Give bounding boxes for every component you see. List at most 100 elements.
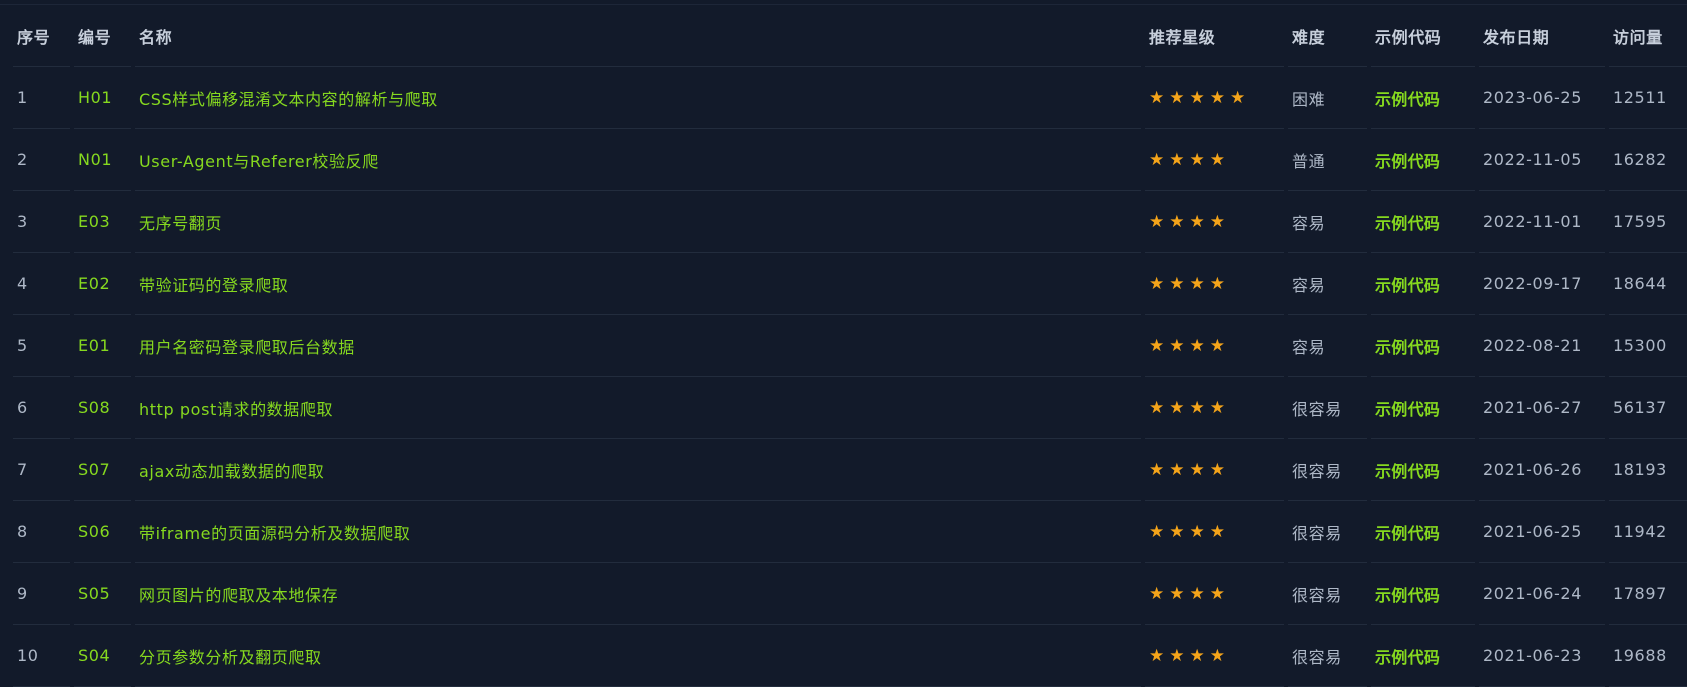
row-code: N01	[74, 129, 131, 191]
row-difficulty: 容易	[1288, 191, 1367, 253]
row-example-code-link-cell: 示例代码	[1371, 501, 1475, 563]
example-code-link[interactable]: 示例代码	[1375, 338, 1440, 357]
table-row: 8 S06 带iframe的页面源码分析及数据爬取 ★★★★ 很容易 示例代码 …	[13, 501, 1687, 563]
row-date: 2022-11-01	[1479, 191, 1605, 253]
row-code: S05	[74, 563, 131, 625]
row-code: S08	[74, 377, 131, 439]
table-header: 序号 编号 名称 推荐星级 难度 示例代码 发布日期 访问量	[13, 5, 1687, 67]
row-views: 18193	[1609, 439, 1687, 501]
header-row: 序号 编号 名称 推荐星级 难度 示例代码 发布日期 访问量	[13, 5, 1687, 67]
row-views: 16282	[1609, 129, 1687, 191]
row-stars-rating: ★★★★	[1145, 439, 1284, 501]
header-example: 示例代码	[1371, 5, 1475, 67]
example-code-link[interactable]: 示例代码	[1375, 400, 1440, 419]
table-row: 9 S05 网页图片的爬取及本地保存 ★★★★ 很容易 示例代码 2021-06…	[13, 563, 1687, 625]
row-example-code-link-cell: 示例代码	[1371, 439, 1475, 501]
row-index: 9	[13, 563, 70, 625]
row-stars-rating: ★★★★	[1145, 129, 1284, 191]
row-difficulty: 很容易	[1288, 563, 1367, 625]
row-example-code-link-cell: 示例代码	[1371, 129, 1475, 191]
row-index: 1	[13, 67, 70, 129]
header-code: 编号	[74, 5, 131, 67]
table-row: 7 S07 ajax动态加载数据的爬取 ★★★★ 很容易 示例代码 2021-0…	[13, 439, 1687, 501]
table-body: 1 H01 CSS样式偏移混淆文本内容的解析与爬取 ★★★★★ 困难 示例代码 …	[13, 67, 1687, 687]
row-date: 2022-08-21	[1479, 315, 1605, 377]
row-views: 17595	[1609, 191, 1687, 253]
row-name-link[interactable]: 用户名密码登录爬取后台数据	[135, 315, 1141, 377]
row-index: 8	[13, 501, 70, 563]
row-index: 5	[13, 315, 70, 377]
header-difficulty: 难度	[1288, 5, 1367, 67]
example-code-link[interactable]: 示例代码	[1375, 152, 1440, 171]
row-date: 2021-06-27	[1479, 377, 1605, 439]
row-code: E03	[74, 191, 131, 253]
row-name-link[interactable]: 带iframe的页面源码分析及数据爬取	[135, 501, 1141, 563]
table-row: 2 N01 User-Agent与Referer校验反爬 ★★★★ 普通 示例代…	[13, 129, 1687, 191]
challenge-table: 序号 编号 名称 推荐星级 难度 示例代码 发布日期 访问量 1 H01 CSS…	[9, 5, 1687, 687]
row-difficulty: 很容易	[1288, 625, 1367, 687]
row-stars-rating: ★★★★	[1145, 377, 1284, 439]
table-row: 3 E03 无序号翻页 ★★★★ 容易 示例代码 2022-11-01 1759…	[13, 191, 1687, 253]
header-name: 名称	[135, 5, 1141, 67]
row-example-code-link-cell: 示例代码	[1371, 625, 1475, 687]
row-code: S04	[74, 625, 131, 687]
header-stars: 推荐星级	[1145, 5, 1284, 67]
row-index: 2	[13, 129, 70, 191]
example-code-link[interactable]: 示例代码	[1375, 462, 1440, 481]
row-index: 10	[13, 625, 70, 687]
example-code-link[interactable]: 示例代码	[1375, 214, 1440, 233]
row-date: 2023-06-25	[1479, 67, 1605, 129]
row-name-link[interactable]: 带验证码的登录爬取	[135, 253, 1141, 315]
row-example-code-link-cell: 示例代码	[1371, 191, 1475, 253]
row-difficulty: 普通	[1288, 129, 1367, 191]
row-index: 6	[13, 377, 70, 439]
row-views: 15300	[1609, 315, 1687, 377]
row-name-link[interactable]: 无序号翻页	[135, 191, 1141, 253]
row-difficulty: 很容易	[1288, 377, 1367, 439]
row-views: 11942	[1609, 501, 1687, 563]
table-row: 4 E02 带验证码的登录爬取 ★★★★ 容易 示例代码 2022-09-17 …	[13, 253, 1687, 315]
row-name-link[interactable]: http post请求的数据爬取	[135, 377, 1141, 439]
example-code-link[interactable]: 示例代码	[1375, 276, 1440, 295]
row-stars-rating: ★★★★	[1145, 563, 1284, 625]
row-name-link[interactable]: ajax动态加载数据的爬取	[135, 439, 1141, 501]
header-index: 序号	[13, 5, 70, 67]
row-difficulty: 容易	[1288, 253, 1367, 315]
table-row: 5 E01 用户名密码登录爬取后台数据 ★★★★ 容易 示例代码 2022-08…	[13, 315, 1687, 377]
table-row: 6 S08 http post请求的数据爬取 ★★★★ 很容易 示例代码 202…	[13, 377, 1687, 439]
row-date: 2021-06-25	[1479, 501, 1605, 563]
challenge-table-container: 序号 编号 名称 推荐星级 难度 示例代码 发布日期 访问量 1 H01 CSS…	[0, 4, 1687, 687]
row-index: 3	[13, 191, 70, 253]
row-difficulty: 容易	[1288, 315, 1367, 377]
row-views: 18644	[1609, 253, 1687, 315]
row-name-link[interactable]: 分页参数分析及翻页爬取	[135, 625, 1141, 687]
row-code: E02	[74, 253, 131, 315]
row-stars-rating: ★★★★	[1145, 315, 1284, 377]
example-code-link[interactable]: 示例代码	[1375, 90, 1440, 109]
example-code-link[interactable]: 示例代码	[1375, 586, 1440, 605]
row-example-code-link-cell: 示例代码	[1371, 253, 1475, 315]
row-views: 12511	[1609, 67, 1687, 129]
row-date: 2021-06-26	[1479, 439, 1605, 501]
row-stars-rating: ★★★★	[1145, 253, 1284, 315]
row-index: 7	[13, 439, 70, 501]
row-index: 4	[13, 253, 70, 315]
row-difficulty: 很容易	[1288, 501, 1367, 563]
row-name-link[interactable]: User-Agent与Referer校验反爬	[135, 129, 1141, 191]
row-stars-rating: ★★★★	[1145, 191, 1284, 253]
row-stars-rating: ★★★★	[1145, 501, 1284, 563]
row-name-link[interactable]: CSS样式偏移混淆文本内容的解析与爬取	[135, 67, 1141, 129]
row-example-code-link-cell: 示例代码	[1371, 67, 1475, 129]
header-views: 访问量	[1609, 5, 1687, 67]
row-views: 17897	[1609, 563, 1687, 625]
row-name-link[interactable]: 网页图片的爬取及本地保存	[135, 563, 1141, 625]
row-difficulty: 很容易	[1288, 439, 1367, 501]
row-stars-rating: ★★★★	[1145, 625, 1284, 687]
table-row: 1 H01 CSS样式偏移混淆文本内容的解析与爬取 ★★★★★ 困难 示例代码 …	[13, 67, 1687, 129]
example-code-link[interactable]: 示例代码	[1375, 524, 1440, 543]
row-example-code-link-cell: 示例代码	[1371, 315, 1475, 377]
row-example-code-link-cell: 示例代码	[1371, 563, 1475, 625]
example-code-link[interactable]: 示例代码	[1375, 648, 1440, 667]
row-code: S07	[74, 439, 131, 501]
row-stars-rating: ★★★★★	[1145, 67, 1284, 129]
